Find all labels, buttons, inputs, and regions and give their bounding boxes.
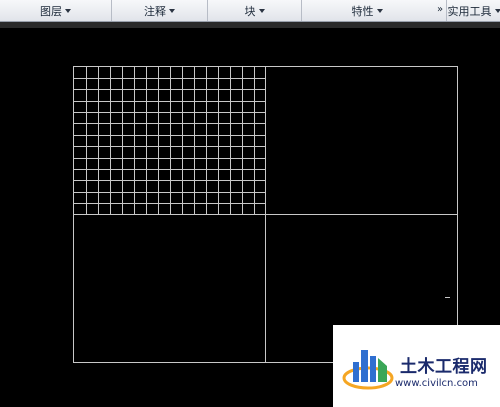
annotation-panel-button[interactable]: 注释 [112,0,208,21]
chevron-down-icon [169,8,175,13]
block-panel-button[interactable]: 块 [208,0,302,21]
ribbon-bar: 图层 注释 块 特性 » 实用工具 [0,0,500,22]
layers-panel-button[interactable]: 图层 [0,0,112,21]
watermark-site-name: 土木工程网 [400,357,488,377]
chevron-down-icon [376,8,383,13]
chevron-down-icon [494,8,500,13]
utilities-panel-label: 实用工具 [447,4,492,18]
chevron-down-icon [65,8,71,13]
annotation-panel-label: 注释 [144,4,166,18]
properties-panel-label: 特性 [351,4,374,18]
chevron-down-icon [258,8,265,13]
drawing-frames [73,66,458,363]
utilities-panel-button[interactable]: 实用工具 [446,0,500,21]
grid-pattern [73,66,266,215]
site-watermark: 土木工程网 www.civilcn.com [333,325,500,407]
panel-overflow-button[interactable]: » [437,4,443,15]
site-logo-icon [342,350,394,390]
properties-panel-button[interactable]: 特性 [302,0,432,21]
watermark-url: www.civilcn.com [395,378,478,389]
layers-panel-label: 图层 [40,4,62,18]
block-panel-label: 块 [244,4,256,18]
